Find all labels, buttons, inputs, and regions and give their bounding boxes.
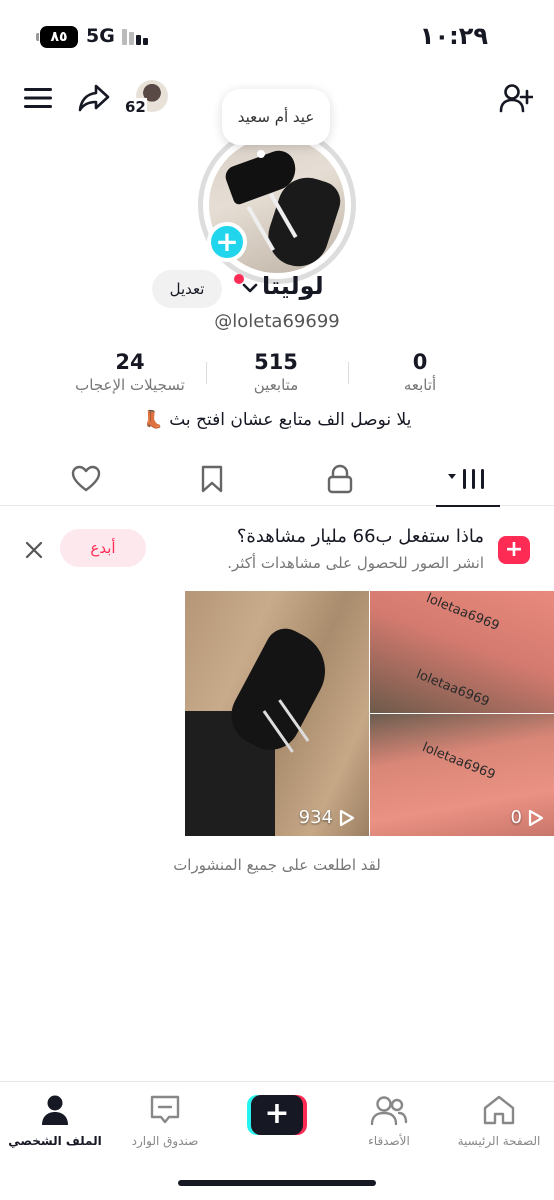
profile-icon — [42, 1095, 68, 1125]
watermark-text: loletaa6969 — [420, 740, 498, 783]
name-row: لوليتا تعديل — [0, 270, 554, 312]
post-tile-part[interactable]: loletaa6969 0 — [370, 714, 554, 836]
home-indicator[interactable] — [178, 1180, 376, 1186]
share-profile-button[interactable] — [74, 78, 114, 118]
share-arrow-icon — [78, 84, 110, 112]
add-photo-icon: + — [498, 536, 530, 564]
posts-grid: 934 loletaa6969 loletaa6969 loletaa6969 … — [0, 591, 554, 837]
likes-count: 24 — [115, 350, 145, 374]
plus-icon: + — [215, 225, 239, 258]
notification-dot — [234, 274, 244, 284]
following-stat[interactable]: 0 أتابعه — [350, 350, 490, 394]
create-post-button[interactable]: + — [247, 1095, 307, 1135]
username-handle: @loleta69699 — [214, 311, 340, 332]
profile-stats: 24 تسجيلات الإعجاب 515 متابعين 0 أتابعه — [0, 350, 554, 400]
nav-inbox[interactable]: صندوق الوارد — [110, 1092, 220, 1148]
lock-icon — [327, 464, 353, 494]
stat-divider — [348, 362, 349, 384]
add-story-button[interactable]: + — [207, 222, 247, 262]
watermark-text: loletaa6969 — [414, 667, 492, 710]
menu-button[interactable] — [18, 80, 58, 116]
end-of-posts-text: لقد اطلعت على جميع المنشورات — [173, 856, 381, 874]
nav-profile[interactable]: الملف الشخصي — [0, 1092, 110, 1148]
view-count: 0 — [511, 807, 544, 828]
likes-label: تسجيلات الإعجاب — [75, 376, 185, 394]
hamburger-icon — [24, 88, 52, 108]
watermark-text: loletaa6969 — [424, 591, 502, 634]
friends-count: 62 — [124, 98, 147, 116]
views-number: 0 — [510, 807, 522, 828]
add-friend-button[interactable] — [494, 78, 538, 118]
promo-banner: أبدع ماذا ستفعل ب66 مليار مشاهدة؟ انشر ا… — [0, 518, 554, 588]
post-tile[interactable]: 934 — [185, 591, 369, 836]
view-count: 934 — [299, 807, 355, 828]
edit-profile-button[interactable]: تعديل — [152, 270, 222, 308]
inbox-icon — [150, 1095, 180, 1124]
status-bar: ٨٥ 5G ١٠:٢٩ — [0, 0, 554, 70]
bubble-tail — [257, 150, 265, 158]
following-count: 0 — [412, 350, 428, 374]
plus-icon: + — [251, 1095, 303, 1135]
grid-icon — [448, 469, 484, 489]
nav-inbox-label: صندوق الوارد — [131, 1134, 199, 1148]
followers-stat[interactable]: 515 متابعين — [206, 350, 346, 394]
heart-icon — [71, 465, 101, 492]
play-icon — [528, 809, 544, 826]
content-tabs — [0, 452, 554, 507]
nav-profile-label: الملف الشخصي — [8, 1134, 102, 1148]
following-label: أتابعه — [403, 376, 437, 394]
close-icon[interactable] — [20, 536, 48, 564]
battery-indicator: ٨٥ — [36, 26, 78, 48]
nav-friends-label: الأصدقاء — [368, 1134, 410, 1148]
profile-bio: يلا نوصل الف متابع عشان افتح بث 👢 — [142, 410, 412, 430]
home-icon — [483, 1095, 515, 1125]
signal-icon — [122, 29, 152, 45]
clock: ١٠:٢٩ — [419, 22, 488, 50]
network-type: 5G — [86, 25, 115, 47]
tab-videos[interactable] — [428, 452, 508, 507]
promo-title: ماذا ستفعل ب66 مليار مشاهدة؟ — [236, 526, 484, 547]
promo-subtitle: انشر الصور للحصول على مشاهدات أكثر. — [227, 554, 484, 572]
likes-stat[interactable]: 24 تسجيلات الإعجاب — [60, 350, 200, 394]
post-tile[interactable]: loletaa6969 loletaa6969 — [370, 591, 554, 713]
bookmark-icon — [201, 465, 223, 493]
display-name[interactable]: لوليتا — [262, 272, 324, 300]
followers-count: 515 — [254, 350, 298, 374]
note-bubble[interactable]: عيد أم سعيد — [222, 89, 330, 145]
tab-liked[interactable] — [46, 452, 126, 506]
nav-home[interactable]: الصفحة الرئيسية — [444, 1092, 554, 1148]
followers-label: متابعين — [253, 376, 299, 394]
nav-home-label: الصفحة الرئيسية — [457, 1134, 541, 1148]
nav-friends[interactable]: الأصدقاء — [334, 1092, 444, 1148]
tab-private[interactable] — [300, 452, 380, 506]
add-user-icon — [499, 84, 533, 113]
friends-icon — [370, 1096, 408, 1126]
tab-favorites[interactable] — [172, 452, 252, 506]
play-icon — [339, 809, 355, 826]
views-number: 934 — [298, 807, 333, 828]
create-button[interactable]: أبدع — [60, 529, 146, 567]
